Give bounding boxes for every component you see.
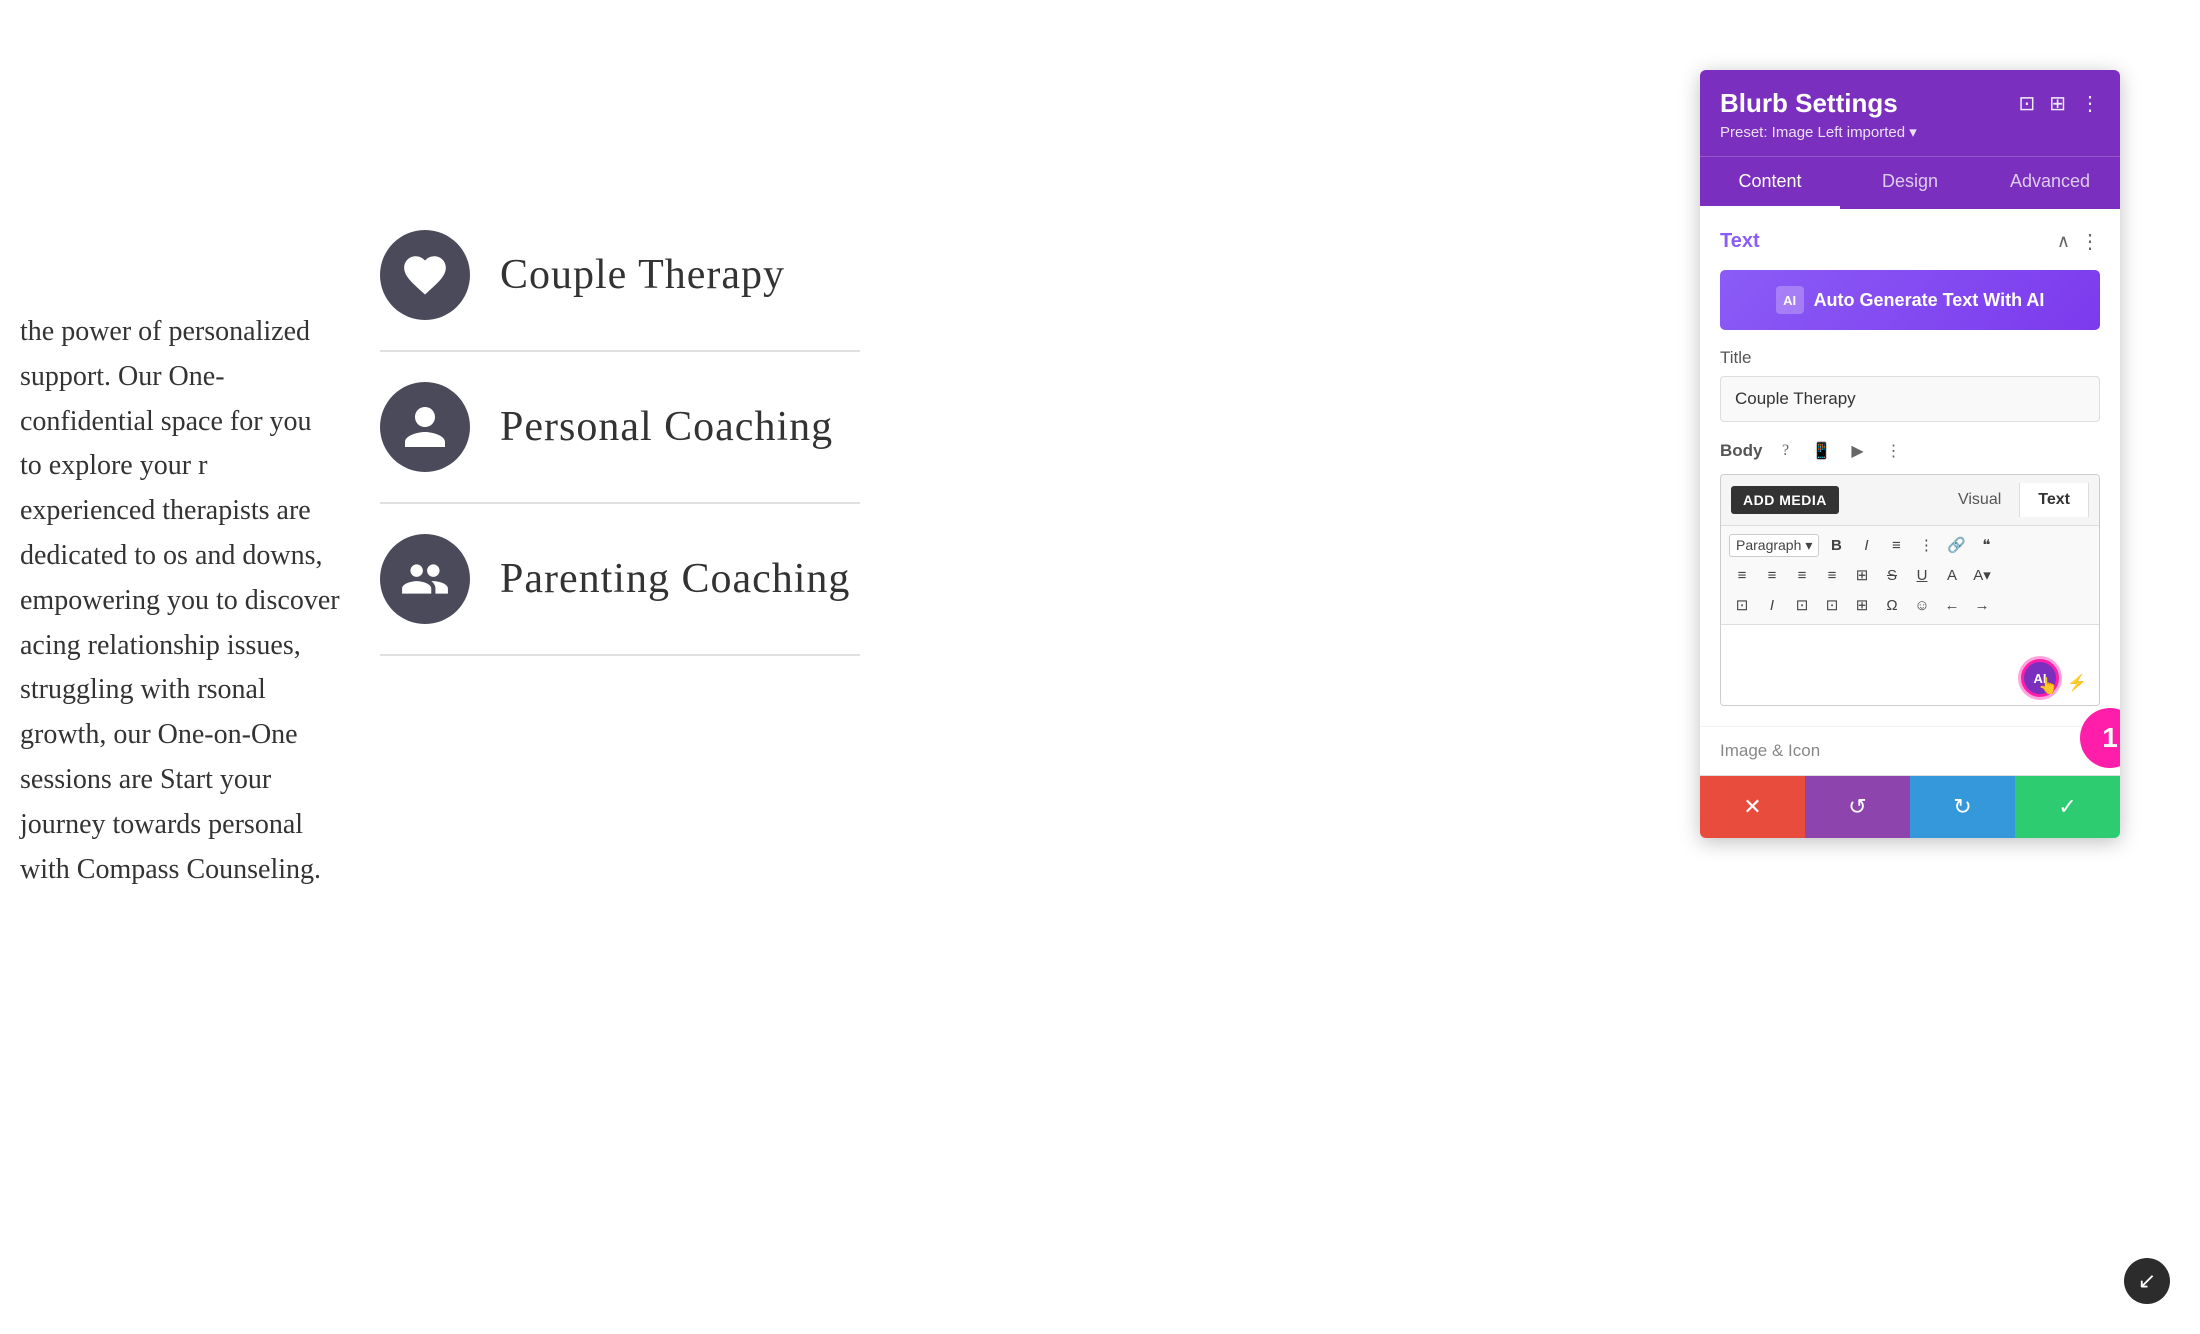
body-more-icon[interactable]: ⋮ [1881,438,1907,464]
panel-subtitle: Preset: Image Left imported ▾ [1720,124,1917,141]
title-label: Title [1720,348,2100,368]
blockquote-icon[interactable]: ❝ [1973,532,1999,558]
corner-settings-icon[interactable]: ↙ [2124,1258,2170,1304]
copy-icon[interactable]: ⊡ [1729,592,1755,618]
couple-therapy-icon [380,230,470,320]
cursor-icon[interactable]: ▶ [1845,438,1871,464]
justify-icon[interactable]: ≡ [1819,562,1845,588]
list-item: Personal Coaching [380,352,860,504]
redo-icon[interactable]: → [1969,592,1995,618]
service-list: Couple Therapy Personal Coaching Parenti… [380,200,860,656]
mobile-icon[interactable]: 📱 [1809,438,1835,464]
body-text: the power of personalized support. Our O… [20,316,340,885]
panel-tabs: Content Design Advanced [1700,156,2120,209]
strikethrough-icon[interactable]: S [1879,562,1905,588]
action-bar: ✕ ↺ ↻ ✓ [1700,775,2120,838]
undo-button[interactable]: ↺ [1805,776,1910,838]
panel-title: Blurb Settings [1720,88,1898,119]
cancel-button[interactable]: ✕ [1700,776,1805,838]
title-input[interactable] [1720,376,2100,422]
person-icon [400,402,450,452]
editor-tab-group: Visual Text [1940,483,2089,517]
personal-coaching-icon [380,382,470,472]
indent-icon[interactable]: ⊡ [1789,592,1815,618]
parenting-coaching-icon [380,534,470,624]
editor-toolbar: Paragraph ▾ B I ≡ ⋮ 🔗 ❝ ≡ ≡ ≡ [1721,526,2099,625]
personal-coaching-label: Personal Coaching [500,403,833,451]
paragraph-select[interactable]: Paragraph ▾ [1729,534,1819,557]
align-right-icon[interactable]: ≡ [1789,562,1815,588]
link-icon[interactable]: 🔗 [1943,532,1969,558]
editor-container: ADD MEDIA Visual Text Paragraph [1720,474,2100,706]
tab-text[interactable]: Text [2020,483,2089,517]
editor-toolbar-row-1: Paragraph ▾ B I ≡ ⋮ 🔗 ❝ [1729,532,2091,558]
editor-content[interactable]: AI 👆 ⚡ [1721,625,2099,705]
redo-button[interactable]: ↻ [1910,776,2015,838]
align-center-icon[interactable]: ≡ [1759,562,1785,588]
arrow-icon: ↙ [2138,1268,2156,1294]
list-item: Couple Therapy [380,200,860,352]
tab-design[interactable]: Design [1840,157,1980,209]
heart-icon [400,250,450,300]
table-icon[interactable]: ⊞ [1849,562,1875,588]
tab-content[interactable]: Content [1700,157,1840,209]
emoji-icon[interactable]: ☺ [1909,592,1935,618]
split-icon[interactable]: ⊞ [2049,91,2066,116]
panel-header-top: Blurb Settings ⊡ ⊞ ⋮ [1720,88,2100,119]
underline-icon[interactable]: U [1909,562,1935,588]
group-icon [400,554,450,604]
body-toolbar: Body ? 📱 ▶ ⋮ [1720,438,2100,464]
cursor-hand-icon: 👆 [2038,676,2058,696]
bold-icon[interactable]: B [1823,532,1849,558]
align-left-icon[interactable]: ≡ [1729,562,1755,588]
editor-toolbar-row-2: ≡ ≡ ≡ ≡ ⊞ S U A A▾ [1729,562,2091,588]
more-options-icon[interactable]: ⋮ [2080,91,2100,116]
left-text-content: the power of personalized support. Our O… [0,290,360,912]
clear-format-icon[interactable]: I [1759,592,1785,618]
fullscreen-icon[interactable]: ⊡ [2018,91,2035,116]
section-header-controls: ∧ ⋮ [2057,229,2100,254]
wand-icon: ⚡ [2067,673,2087,693]
section-more-icon[interactable]: ⋮ [2080,229,2100,254]
editor-wand-button[interactable]: ⚡ [2063,669,2091,697]
couple-therapy-label: Couple Therapy [500,251,785,299]
editor-ai-button[interactable]: AI 👆 [2021,659,2059,697]
settings-panel: Blurb Settings ⊡ ⊞ ⋮ Preset: Image Left … [1700,70,2120,838]
unordered-list-icon[interactable]: ≡ [1883,532,1909,558]
italic-icon[interactable]: I [1853,532,1879,558]
panel-body: Text ∧ ⋮ AI Auto Generate Text With AI T… [1700,209,2120,726]
outdent-icon[interactable]: ⊡ [1819,592,1845,618]
ai-generate-button[interactable]: AI Auto Generate Text With AI [1720,270,2100,330]
body-label: Body [1720,441,1763,461]
add-media-button[interactable]: ADD MEDIA [1731,486,1839,514]
expand-icon[interactable]: ⊞ [1849,592,1875,618]
tab-advanced[interactable]: Advanced [1980,157,2120,209]
panel-header: Blurb Settings ⊡ ⊞ ⋮ Preset: Image Left … [1700,70,2120,156]
font-color-icon[interactable]: A [1939,562,1965,588]
special-char-icon[interactable]: Ω [1879,592,1905,618]
editor-toolbar-row-3: ⊡ I ⊡ ⊡ ⊞ Ω ☺ ← → [1729,592,2091,618]
text-section-header: Text ∧ ⋮ [1720,229,2100,254]
undo-icon[interactable]: ← [1939,592,1965,618]
panel-scroll-area[interactable]: Text ∧ ⋮ AI Auto Generate Text With AI T… [1700,209,2120,775]
ai-icon: AI [1776,286,1804,314]
parenting-coaching-label: Parenting Coaching [500,555,850,603]
list-item: Parenting Coaching [380,504,860,656]
image-icon-section-label: Image & Icon [1700,726,2120,775]
font-size-icon[interactable]: A▾ [1969,562,1995,588]
ordered-list-icon[interactable]: ⋮ [1913,532,1939,558]
panel-header-icons: ⊡ ⊞ ⋮ [2018,91,2100,116]
collapse-icon[interactable]: ∧ [2057,231,2070,252]
text-section-title: Text [1720,230,1760,253]
help-icon[interactable]: ? [1773,438,1799,464]
tab-visual[interactable]: Visual [1940,483,2020,517]
confirm-button[interactable]: ✓ [2015,776,2120,838]
